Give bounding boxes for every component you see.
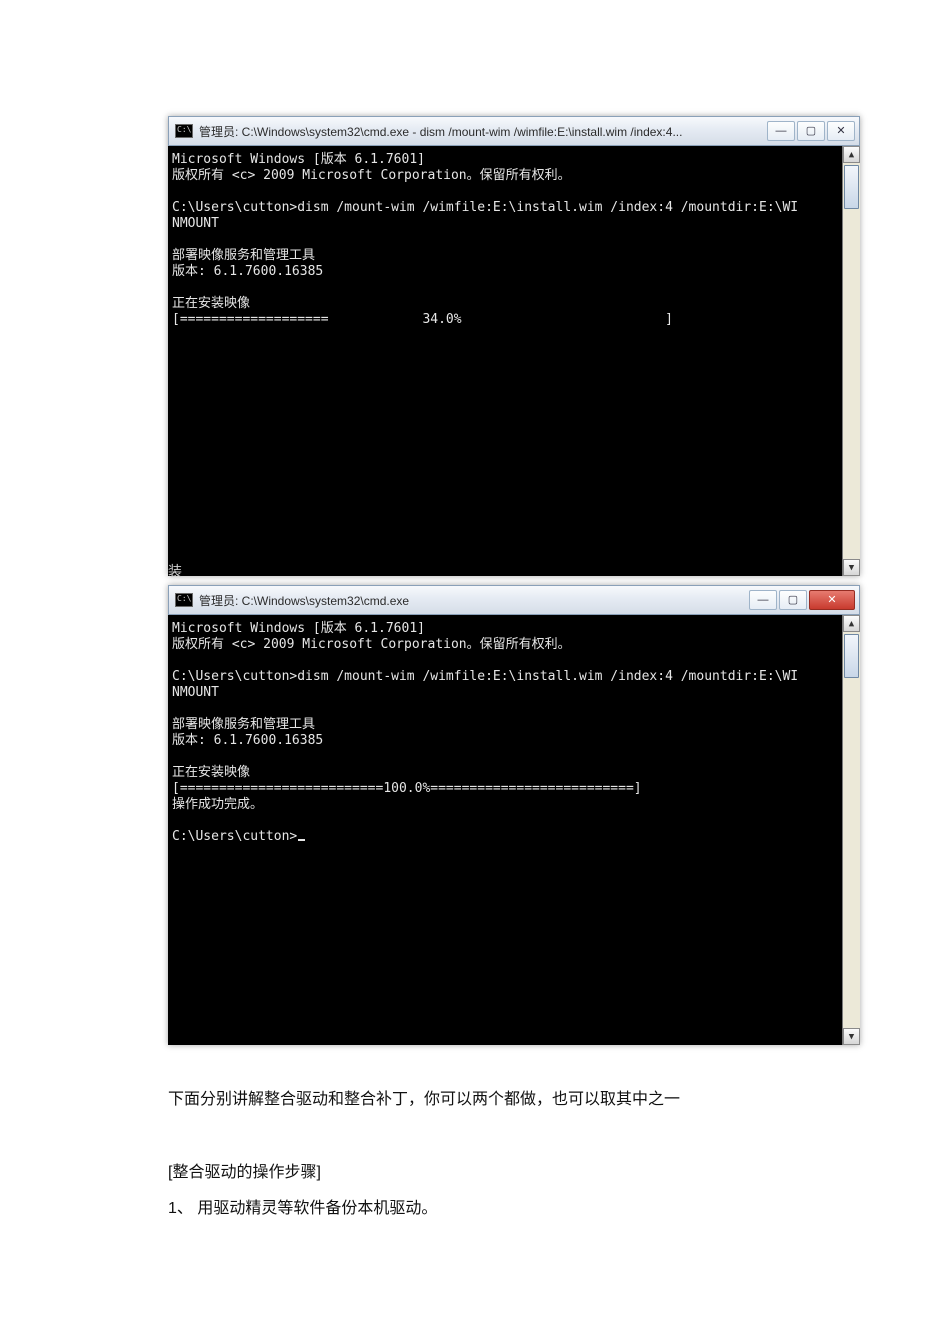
console-line: NMOUNT: [172, 685, 219, 700]
console-line: C:\Users\cutton>: [172, 829, 297, 844]
cmd-icon: [175, 593, 193, 607]
stray-glyph: 装: [168, 561, 182, 581]
window-title: 管理员: C:\Windows\system32\cmd.exe: [199, 592, 749, 609]
scrollbar-thumb[interactable]: [844, 165, 859, 209]
console-line: NMOUNT: [172, 216, 219, 231]
doc-paragraph: 下面分别讲解整合驱动和整合补丁，你可以两个都做，也可以取其中之一: [168, 1085, 858, 1115]
console-line: 部署映像服务和管理工具: [172, 717, 315, 732]
console-output: Microsoft Windows [版本 6.1.7601] 版权所有 <c>…: [168, 615, 842, 1045]
doc-paragraph: [整合驱动的操作步骤]: [168, 1158, 858, 1188]
scroll-down-icon[interactable]: ▼: [843, 1028, 860, 1045]
window-controls: — ▢ ✕: [749, 590, 855, 610]
cursor-icon: [298, 839, 305, 841]
console-body: Microsoft Windows [版本 6.1.7601] 版权所有 <c>…: [168, 615, 860, 1045]
document-text: 下面分别讲解整合驱动和整合补丁，你可以两个都做，也可以取其中之一 [整合驱动的操…: [168, 1085, 858, 1225]
console-line: 正在安装映像: [172, 765, 250, 780]
close-button[interactable]: ✕: [809, 590, 855, 610]
console-line: 版权所有 <c> 2009 Microsoft Corporation。保留所有…: [172, 637, 571, 652]
titlebar[interactable]: 管理员: C:\Windows\system32\cmd.exe — ▢ ✕: [168, 585, 860, 615]
vertical-scrollbar[interactable]: ▲ ▼: [842, 615, 860, 1045]
console-output: Microsoft Windows [版本 6.1.7601] 版权所有 <c>…: [168, 146, 842, 576]
scroll-up-icon[interactable]: ▲: [843, 146, 860, 163]
scroll-up-icon[interactable]: ▲: [843, 615, 860, 632]
console-line: [==========================100.0%=======…: [172, 781, 642, 796]
console-line: 正在安装映像: [172, 296, 250, 311]
console-line: 版本: 6.1.7600.16385: [172, 733, 323, 748]
vertical-scrollbar[interactable]: ▲ ▼: [842, 146, 860, 576]
minimize-button[interactable]: —: [749, 590, 777, 610]
scrollbar-track[interactable]: [843, 632, 860, 1028]
console-line: [=================== 34.0% ]: [172, 312, 673, 327]
console-body: Microsoft Windows [版本 6.1.7601] 版权所有 <c>…: [168, 146, 860, 576]
scroll-down-icon[interactable]: ▼: [843, 559, 860, 576]
console-line: Microsoft Windows [版本 6.1.7601]: [172, 621, 425, 636]
console-line: 版本: 6.1.7600.16385: [172, 264, 323, 279]
console-line: 版权所有 <c> 2009 Microsoft Corporation。保留所有…: [172, 168, 571, 183]
window-title: 管理员: C:\Windows\system32\cmd.exe - dism …: [199, 123, 767, 140]
window-controls: — ▢ ✕: [767, 121, 855, 141]
minimize-button[interactable]: —: [767, 121, 795, 141]
close-button[interactable]: ✕: [827, 121, 855, 141]
cmd-window-2: 管理员: C:\Windows\system32\cmd.exe — ▢ ✕ M…: [168, 585, 860, 1045]
scrollbar-thumb[interactable]: [844, 634, 859, 678]
cmd-window-1: 管理员: C:\Windows\system32\cmd.exe - dism …: [168, 116, 860, 576]
console-line: 部署映像服务和管理工具: [172, 248, 315, 263]
cmd-icon: [175, 124, 193, 138]
console-line: C:\Users\cutton>dism /mount-wim /wimfile…: [172, 200, 798, 215]
doc-paragraph: 1、 用驱动精灵等软件备份本机驱动。: [168, 1194, 858, 1224]
titlebar[interactable]: 管理员: C:\Windows\system32\cmd.exe - dism …: [168, 116, 860, 146]
page: 管理员: C:\Windows\system32\cmd.exe - dism …: [0, 0, 950, 1225]
console-line: 操作成功完成。: [172, 797, 263, 812]
maximize-button[interactable]: ▢: [779, 590, 807, 610]
maximize-button[interactable]: ▢: [797, 121, 825, 141]
scrollbar-track[interactable]: [843, 163, 860, 559]
console-line: C:\Users\cutton>dism /mount-wim /wimfile…: [172, 669, 798, 684]
console-line: Microsoft Windows [版本 6.1.7601]: [172, 152, 425, 167]
